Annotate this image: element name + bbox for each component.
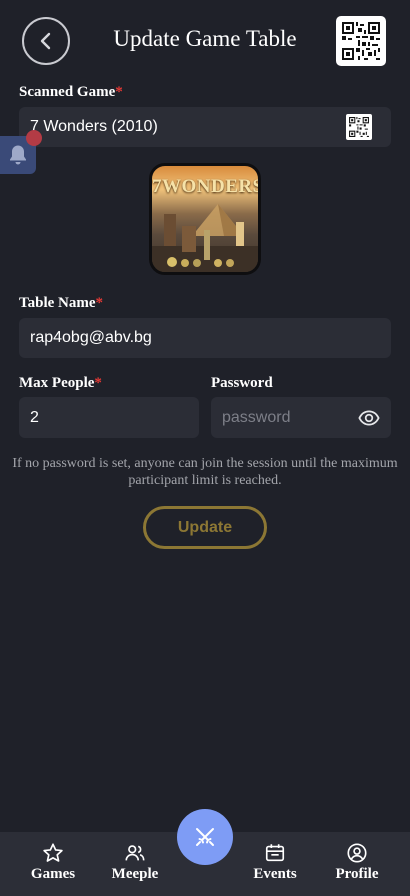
user-circle-icon — [347, 843, 367, 863]
password-input[interactable]: password — [211, 397, 391, 438]
password-hint: If no password is set, anyone can join t… — [12, 456, 398, 488]
eye-icon[interactable] — [358, 407, 380, 429]
required-mark: * — [94, 375, 102, 391]
nav-label-games: Games — [30, 866, 76, 882]
nav-item-events[interactable]: Events — [240, 832, 310, 896]
table-name-label: Table Name* — [19, 295, 104, 311]
play-button[interactable] — [177, 809, 233, 865]
back-button[interactable] — [22, 17, 70, 65]
scanned-game-field[interactable]: 7 Wonders (2010) — [19, 107, 391, 147]
max-people-value: 2 — [30, 408, 39, 426]
header: Update Game Table — [0, 0, 410, 82]
password-label: Password — [211, 375, 273, 391]
qr-code-icon — [340, 20, 382, 62]
page-title: Update Game Table — [113, 26, 297, 51]
nav-label-profile: Profile — [335, 866, 379, 882]
chevron-left-icon — [40, 32, 51, 50]
scanned-game-value: 7 Wonders (2010) — [30, 118, 158, 135]
crossed-swords-icon — [196, 828, 214, 846]
qr-code-icon — [349, 117, 369, 137]
update-button[interactable]: Update — [143, 506, 267, 549]
password-placeholder: password — [222, 408, 291, 426]
max-people-input[interactable]: 2 — [19, 397, 199, 438]
required-mark: * — [115, 84, 123, 100]
required-mark: * — [95, 295, 104, 311]
qr-scan-button[interactable] — [336, 16, 386, 66]
game-cover-image: 7WONDERS — [149, 163, 261, 275]
star-icon — [43, 843, 63, 862]
max-people-label: Max People* — [19, 375, 102, 391]
nav-label-events: Events — [253, 866, 297, 882]
table-name-input[interactable]: rap4obg@abv.bg — [19, 318, 391, 358]
nav-item-games[interactable]: Games — [18, 832, 88, 896]
pyramid-illustration — [152, 204, 258, 272]
nav-item-profile[interactable]: Profile — [322, 832, 392, 896]
nav-item-meeple[interactable]: Meeple — [100, 832, 170, 896]
table-name-value: rap4obg@abv.bg — [30, 329, 152, 346]
nav-label-meeple: Meeple — [111, 866, 159, 882]
bell-icon — [10, 145, 26, 165]
users-icon — [125, 845, 145, 861]
calendar-icon — [265, 844, 285, 862]
scan-qr-button[interactable] — [346, 114, 372, 140]
notification-badge — [26, 130, 42, 146]
scanned-game-label: Scanned Game* — [19, 84, 123, 100]
